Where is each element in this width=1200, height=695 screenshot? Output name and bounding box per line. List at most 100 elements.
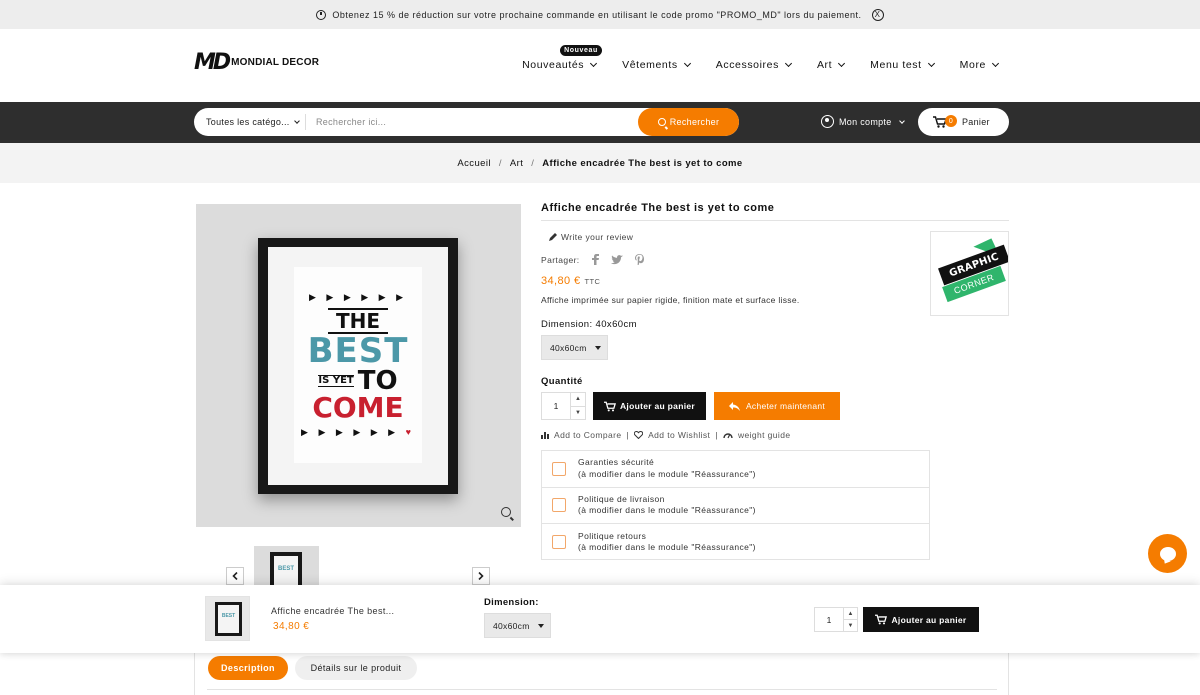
chevron-left-icon [232,572,238,580]
user-icon [821,115,834,128]
site-header: MD MONDIAL DECOR Nouveau Nouveautés Vête… [0,29,1200,102]
search-bar: Toutes les catégo... Rechercher Mon comp… [0,102,1200,143]
search-button[interactable]: Rechercher [638,108,739,136]
sticky-product-name: Affiche encadrée The best... [271,606,395,616]
truck-icon [552,498,566,513]
main-nav: Nouveau Nouveautés Vêtements Accessoires… [522,45,1000,71]
tabs-divider [207,689,997,690]
cart-label: Panier [962,117,990,127]
search-input[interactable] [306,117,638,127]
zoom-icon[interactable] [501,507,511,517]
return-icon [552,535,566,550]
account-menu[interactable]: Mon compte [821,115,905,128]
breadcrumb-current: Affiche encadrée The best is yet to come [542,157,743,169]
chevron-down-icon [683,59,691,68]
chevron-down-icon [991,59,1000,68]
breadcrumb-home[interactable]: Accueil [457,158,490,169]
sticky-product-thumbnail: BEST [205,596,250,641]
twitter-icon[interactable] [610,254,623,265]
poster-arrows-top: ▶ ▶ ▶ ▶ ▶ ▶ [308,292,408,302]
carousel-prev-button[interactable] [226,567,244,585]
link-separator: | [715,430,718,440]
quantity-label: Quantité [541,376,583,387]
logo[interactable]: MD MONDIAL DECOR [194,50,319,75]
sticky-quantity-stepper[interactable]: 1 ▲ ▼ [814,607,858,632]
poster-is-yet: IS YET [318,375,354,387]
category-select[interactable]: Toutes les catégo... [194,114,306,130]
nav-item-vetements[interactable]: Vêtements [622,59,691,71]
sticky-quantity-value[interactable]: 1 [815,608,843,631]
quantity-stepper[interactable]: 1 ▲ ▼ [541,392,586,420]
quantity-value[interactable]: 1 [542,393,570,419]
chevron-down-icon [838,59,846,68]
reassurance-title: Garanties sécurité [578,457,655,468]
cart-button[interactable]: 0 Panier [918,108,1009,136]
new-badge: Nouveau [560,45,602,56]
cart-count: 0 [945,115,957,127]
product-main-image[interactable]: ▶ ▶ ▶ ▶ ▶ ▶ THE BEST IS YET TO COME ▶ ▶ … [196,204,521,527]
write-review-link[interactable]: Write your review [548,232,633,242]
nav-item-more[interactable]: More [960,59,1000,71]
sticky-add-to-cart-label: Ajouter au panier [891,614,967,625]
reassurance-block: Garanties sécurité (à modifier dans le m… [541,450,930,560]
quantity-up-button[interactable]: ▲ [571,393,585,407]
sticky-add-to-cart-button[interactable]: Ajouter au panier [863,607,979,632]
caret-down-icon [594,345,601,350]
nav-item-art[interactable]: Art [817,59,846,71]
sticky-dimension-value: 40x60cm [493,620,530,631]
carousel-next-button[interactable] [472,567,490,585]
quantity-arrows: ▲ ▼ [570,393,585,419]
promo-text: Obtenez 15 % de réduction sur votre proc… [332,9,862,20]
add-to-cart-button[interactable]: Ajouter au panier [593,392,706,420]
sticky-quantity-down-button[interactable]: ▼ [844,620,857,631]
nav-item-menu-test[interactable]: Menu test [870,59,935,71]
reassurance-item: Politique retours (à modifier dans le mo… [542,524,929,561]
product-description: Affiche imprimée sur papier rigide, fini… [541,295,800,305]
add-to-compare-link[interactable]: Add to Compare [554,430,622,440]
chevron-up-icon: ▲ [575,396,581,403]
reassurance-item: Politique de livraison (à modifier dans … [542,488,929,525]
poster-frame: ▶ ▶ ▶ ▶ ▶ ▶ THE BEST IS YET TO COME ▶ ▶ … [258,238,458,494]
product-tabs: Description Détails sur le produit [194,653,1009,695]
share-label: Partager: [541,254,580,265]
poster-arrows-bottom: ▶ ▶ ▶ ▶ ▶ ▶ ♥ [301,428,415,437]
nav-item-nouveautes[interactable]: Nouveau Nouveautés [522,45,602,71]
thumbnail-poster: BEST [274,556,298,586]
thumbnail-carousel: BEST [226,546,491,586]
tab-description[interactable]: Description [208,656,288,680]
close-promo-button[interactable]: X [871,8,884,21]
sticky-thumb-poster: BEST [218,605,239,633]
buy-now-button[interactable]: Acheter maintenant [714,392,840,420]
sticky-quantity-up-button[interactable]: ▲ [844,608,857,620]
reassurance-sub: (à modifier dans le module "Réassurance"… [578,542,756,553]
sticky-dimension-select[interactable]: 40x60cm [484,613,551,638]
link-separator: | [626,430,630,440]
compare-icon [541,432,549,439]
facebook-icon[interactable] [591,254,599,265]
pinterest-icon[interactable] [634,254,644,265]
add-to-cart-label: Ajouter au panier [619,401,695,411]
nav-label: Accessoires [715,59,779,71]
tab-product-details[interactable]: Détails sur le produit [295,656,417,680]
sticky-quantity-arrows: ▲ ▼ [843,608,857,631]
reassurance-text: Garanties sécurité (à modifier dans le m… [578,457,756,480]
search-box: Toutes les catégo... Rechercher [194,108,739,136]
account-label: Mon compte [839,116,892,127]
quantity-down-button[interactable]: ▼ [571,407,585,420]
thumbnail-frame: BEST [270,552,302,586]
divider [541,220,1009,221]
chevron-down-icon: ▼ [575,409,581,416]
dimension-select[interactable]: 40x60cm [541,335,608,360]
nav-item-accessoires[interactable]: Accessoires [715,59,792,71]
dimension-value: 40x60cm [550,342,587,353]
add-to-wishlist-link[interactable]: Add to Wishlist [648,430,710,440]
poster-mat: ▶ ▶ ▶ ▶ ▶ ▶ THE BEST IS YET TO COME ▶ ▶ … [268,247,448,485]
breadcrumb-art[interactable]: Art [510,158,523,169]
buy-now-label: Acheter maintenant [745,401,826,411]
chat-button[interactable] [1148,534,1187,573]
scale-icon [723,433,733,439]
brand-logo[interactable]: GRAPHIC CORNER [930,231,1009,316]
weight-guide-link[interactable]: weight guide [738,430,791,440]
thumbnail-image[interactable]: BEST [254,546,319,586]
chevron-down-icon: ▼ [847,622,854,629]
